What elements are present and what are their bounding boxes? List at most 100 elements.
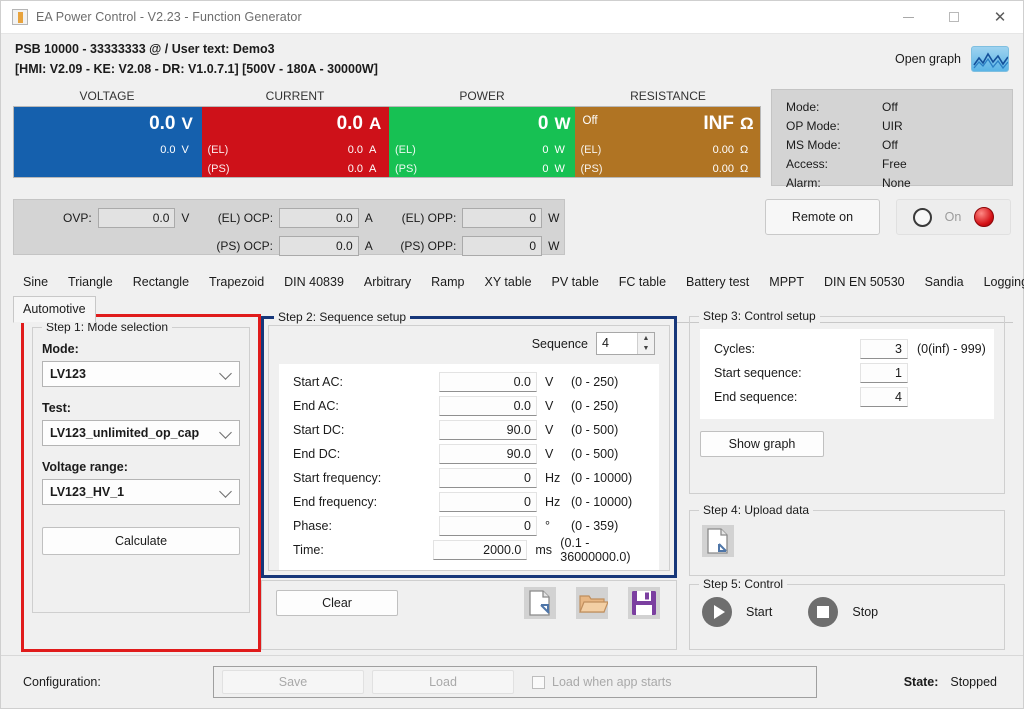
ovp-input[interactable]: 0.0 xyxy=(97,208,176,228)
ps-ocp-input[interactable]: 0.0 xyxy=(279,236,359,256)
tab-fc-table[interactable]: FC table xyxy=(609,269,676,296)
sequence-stepper[interactable]: 4 ▲ ▼ xyxy=(596,332,655,355)
status-key-ms-mode: MS Mode: xyxy=(786,138,841,152)
spinner-up-icon[interactable]: ▲ xyxy=(638,333,654,344)
chevron-down-icon xyxy=(219,426,232,439)
chevron-down-icon xyxy=(219,367,232,380)
start-label: Start xyxy=(746,605,773,619)
cycles-input[interactable]: 3 xyxy=(860,339,908,359)
checkbox-icon[interactable] xyxy=(532,675,545,689)
sequence-fields: Start AC: 0.0 V (0 - 250) End AC: 0.0 V … xyxy=(279,364,659,570)
ps-opp-input[interactable]: 0 xyxy=(462,236,543,256)
sequence-spin-buttons[interactable]: ▲ ▼ xyxy=(637,333,654,354)
tab-rectangle[interactable]: Rectangle xyxy=(123,269,199,296)
tab-logging[interactable]: Logging xyxy=(974,269,1024,296)
current-cell: 0.0 A (EL) 0.0 A (PS) 0.0 A xyxy=(201,107,389,177)
resistance-row2-unit: Ω xyxy=(740,143,749,156)
tab-trapezoid[interactable]: Trapezoid xyxy=(199,269,274,296)
cycles-range: (0(inf) - 999) xyxy=(917,342,986,356)
tab-ramp[interactable]: Ramp xyxy=(421,269,474,296)
el-opp-unit: W xyxy=(548,211,560,225)
voltage-row2-unit: V xyxy=(181,143,189,156)
tab-xy-table[interactable]: XY table xyxy=(475,269,542,296)
output-on-toggle[interactable]: On xyxy=(896,199,1011,235)
end-ac-input[interactable]: 0.0 xyxy=(439,396,537,416)
device-info-line-2: [HMI: V2.09 - KE: V2.08 - DR: V1.0.7.1] … xyxy=(15,62,378,76)
el-ocp-label: (EL) OCP: xyxy=(217,211,274,225)
mode-select-value: LV123 xyxy=(50,367,86,381)
application-window: EA Power Control - V2.23 - Function Gene… xyxy=(0,0,1024,709)
tab-din-en-50530[interactable]: DIN EN 50530 xyxy=(814,269,915,296)
open-graph-button[interactable]: Open graph xyxy=(895,46,1009,72)
sequence-input[interactable]: 4 xyxy=(597,333,637,354)
step2-body: Sequence 4 ▲ ▼ Start AC: 0.0 V (0 - 250)… xyxy=(268,325,670,571)
mode-select[interactable]: LV123 xyxy=(42,361,240,387)
power-row3-unit: W xyxy=(554,162,565,175)
status-key-alarm: Alarm: xyxy=(786,176,821,190)
maximize-icon[interactable] xyxy=(931,1,977,34)
start-dc-range: (0 - 500) xyxy=(571,423,619,437)
header-current: CURRENT xyxy=(265,89,325,103)
device-header: PSB 10000 - 33333333 @ / User text: Demo… xyxy=(1,34,1023,82)
tab-sine[interactable]: Sine xyxy=(13,269,58,296)
measurement-panel: VOLTAGE CURRENT POWER RESISTANCE 0.0 V 0… xyxy=(13,89,761,178)
tab-mppt[interactable]: MPPT xyxy=(759,269,814,296)
end-dc-unit: V xyxy=(545,447,554,461)
phase-unit: ° xyxy=(545,519,550,533)
phase-input[interactable]: 0 xyxy=(439,516,537,536)
end-sequence-input[interactable]: 4 xyxy=(860,387,908,407)
field-row-end-frequency: End frequency: 0 Hz (0 - 10000) xyxy=(279,490,659,514)
show-graph-button[interactable]: Show graph xyxy=(700,431,824,457)
calculate-button[interactable]: Calculate xyxy=(42,527,240,555)
el-ocp-input[interactable]: 0.0 xyxy=(279,208,359,228)
power-ring-icon[interactable] xyxy=(913,207,933,227)
bottom-status-bar: Configuration: Save Load Load when app s… xyxy=(1,655,1023,708)
voltage-range-select[interactable]: LV123_HV_1 xyxy=(42,479,240,505)
tab-din-40839[interactable]: DIN 40839 xyxy=(274,269,354,296)
tab-battery-test[interactable]: Battery test xyxy=(676,269,759,296)
time-input[interactable]: 2000.0 xyxy=(433,540,528,560)
step1-mode-selection-panel: Step 1: Mode selection Mode: LV123 Test:… xyxy=(21,314,261,652)
save-button[interactable]: Save xyxy=(222,670,364,694)
play-icon[interactable] xyxy=(702,597,732,627)
upload-file-icon[interactable] xyxy=(702,525,734,557)
status-key-op-mode: OP Mode: xyxy=(786,119,840,133)
load-button[interactable]: Load xyxy=(372,670,514,694)
title-bar: EA Power Control - V2.23 - Function Gene… xyxy=(1,1,1023,34)
end-dc-input[interactable]: 90.0 xyxy=(439,444,537,464)
tab-sandia[interactable]: Sandia xyxy=(915,269,974,296)
test-select[interactable]: LV123_unlimited_op_cap xyxy=(42,420,240,446)
stop-icon[interactable] xyxy=(808,597,839,627)
remote-on-button[interactable]: Remote on xyxy=(765,199,880,235)
el-opp-input[interactable]: 0 xyxy=(462,208,543,228)
ps-ocp-label: (PS) OCP: xyxy=(216,239,274,253)
tab-pv-table[interactable]: PV table xyxy=(542,269,609,296)
start-dc-input[interactable]: 90.0 xyxy=(439,420,537,440)
end-frequency-input[interactable]: 0 xyxy=(439,492,537,512)
save-disk-icon[interactable] xyxy=(628,587,660,619)
clear-button[interactable]: Clear xyxy=(276,590,398,616)
tab-automotive[interactable]: Automotive xyxy=(13,296,96,323)
spinner-down-icon[interactable]: ▼ xyxy=(638,344,654,355)
new-file-icon[interactable] xyxy=(524,587,556,619)
power-row3-tag: (PS) xyxy=(395,162,417,175)
phase-label: Phase: xyxy=(293,519,332,533)
tab-row-1: Sine Triangle Rectangle Trapezoid DIN 40… xyxy=(13,269,1024,296)
status-key-access: Access: xyxy=(786,157,829,171)
voltage-range-label: Voltage range: xyxy=(42,460,128,474)
tab-arbitrary[interactable]: Arbitrary xyxy=(354,269,421,296)
control-fields: Cycles: 3 (0(inf) - 999) Start sequence:… xyxy=(700,329,994,419)
state-indicator: State: Stopped xyxy=(904,675,997,689)
end-sequence-label: End sequence: xyxy=(714,390,798,404)
state-label: State: xyxy=(903,675,939,689)
close-icon[interactable]: ✕ xyxy=(977,1,1023,34)
open-folder-icon[interactable] xyxy=(576,587,609,619)
sequence-selector-row: Sequence 4 ▲ ▼ xyxy=(269,326,669,355)
start-sequence-input[interactable]: 1 xyxy=(860,363,908,383)
window-title: EA Power Control - V2.23 - Function Gene… xyxy=(36,10,302,24)
start-frequency-input[interactable]: 0 xyxy=(439,468,537,488)
start-ac-input[interactable]: 0.0 xyxy=(439,372,537,392)
load-on-start-checkbox[interactable]: Load when app starts xyxy=(532,675,672,689)
minimize-icon[interactable] xyxy=(885,1,931,34)
tab-triangle[interactable]: Triangle xyxy=(58,269,123,296)
